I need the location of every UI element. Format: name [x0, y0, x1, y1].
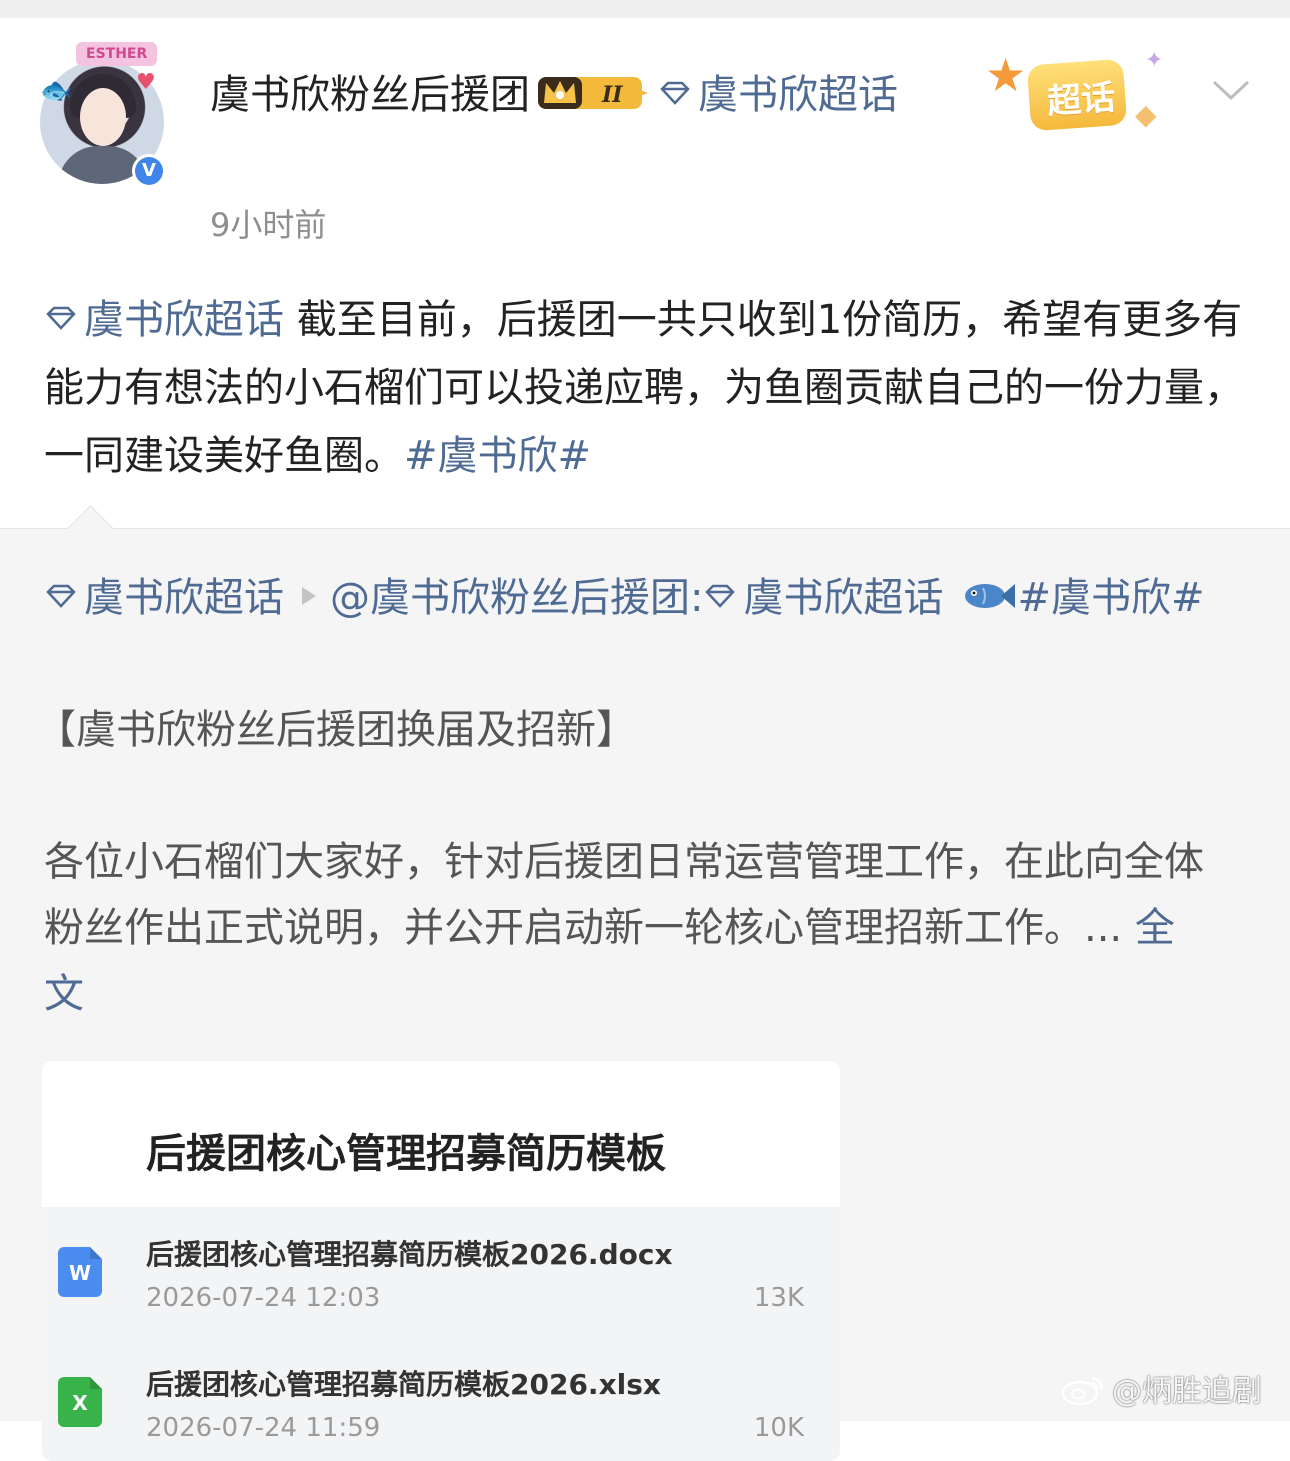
- play-triangle-icon: [302, 587, 316, 605]
- heart-icon: ♥: [136, 70, 156, 95]
- diamond-icon: [46, 584, 76, 608]
- avatar-frame-tag: ESTHER: [76, 42, 158, 66]
- author-name[interactable]: 虞书欣粉丝后援团: [210, 72, 530, 118]
- reposted-content[interactable]: 虞书欣超话 @虞书欣粉丝后援团: 虞书欣超话 #虞书欣# 【虞书欣粉丝后援团换届及…: [0, 505, 1290, 1461]
- post-hashtag[interactable]: #虞书欣#: [404, 433, 591, 479]
- file-item-xlsx[interactable]: X 后援团核心管理招募简历模板2026.xlsx 2026-07-24 11:5…: [42, 1337, 840, 1457]
- star-icon: ★: [985, 48, 1027, 102]
- diamond-icon: [46, 306, 76, 330]
- post-time: 9小时前: [210, 206, 327, 244]
- attachment-card-title: 后援团核心管理招募简历模板: [146, 1131, 666, 1177]
- file-size: 13K: [753, 1283, 804, 1313]
- post-content: 虞书欣超话 截至目前，后援团一共只收到1份简历，希望有更多有能力有想法的小石榴们…: [44, 286, 1250, 490]
- repost-mention[interactable]: @虞书欣粉丝后援团:: [330, 575, 703, 621]
- file-name: 后援团核心管理招募简历模板2026.xlsx: [146, 1368, 661, 1401]
- attachment-card[interactable]: 后援团核心管理招募简历模板 W 后援团核心管理招募简历模板2026.docx 2…: [42, 1061, 840, 1461]
- crown-level-badge-icon: II: [538, 77, 648, 109]
- file-size: 10K: [753, 1413, 804, 1443]
- supertopic-link[interactable]: 虞书欣超话: [698, 72, 898, 118]
- repost-pointer: [67, 505, 114, 552]
- repost-inner-topic[interactable]: 虞书欣超话: [743, 575, 943, 621]
- post-header: 虞书欣粉丝后援团 II 虞书欣超话: [210, 62, 910, 128]
- weibo-logo-icon: [1061, 1376, 1104, 1405]
- chevron-down-icon[interactable]: [1210, 76, 1252, 104]
- top-status-strip: [0, 0, 1290, 18]
- repost-title: 【虞书欣粉丝后援团换届及招新】: [36, 707, 636, 753]
- fish-emoji-icon: [965, 584, 1016, 608]
- watermark: @炳胜追剧: [1060, 1366, 1262, 1410]
- repost-hashtag[interactable]: #虞书欣#: [1017, 575, 1204, 621]
- supertopic-badge[interactable]: ★ 超话 ✦ ◆: [985, 48, 1185, 148]
- fish-icon: 🐟: [40, 76, 73, 106]
- word-doc-icon: W: [58, 1247, 102, 1297]
- attachment-file-list: W 后援团核心管理招募简历模板2026.docx 2026-07-24 12:0…: [42, 1207, 840, 1461]
- sparkle-icon: ✦: [1145, 48, 1164, 73]
- repost-header: 虞书欣超话 @虞书欣粉丝后援团: 虞书欣超话 #虞书欣#: [44, 565, 1254, 631]
- repost-topic-link[interactable]: 虞书欣超话: [84, 575, 284, 621]
- verified-badge-icon: V: [132, 154, 166, 188]
- watermark-text: @炳胜追剧: [1112, 1374, 1262, 1409]
- diamond-icon: [705, 584, 736, 608]
- repost-body-text: 各位小石榴们大家好，针对后援团日常运营管理工作，在此向全体粉丝作出正式说明，并公…: [44, 839, 1204, 951]
- repost-body: 各位小石榴们大家好，针对后援团日常运营管理工作，在此向全体粉丝作出正式说明，并公…: [44, 829, 1214, 1027]
- file-date: 2026-07-24 12:03: [146, 1283, 381, 1313]
- author-avatar[interactable]: ESTHER 🐟 ♥ V: [40, 42, 170, 192]
- file-date: 2026-07-24 11:59: [146, 1413, 381, 1443]
- post-topic-link[interactable]: 虞书欣超话: [84, 297, 284, 343]
- file-item-docx[interactable]: W 后援团核心管理招募简历模板2026.docx 2026-07-24 12:0…: [42, 1207, 840, 1327]
- level-number: II: [601, 82, 623, 108]
- supertopic-badge-label: 超话: [1045, 77, 1117, 123]
- decor-drop-icon: ◆: [1135, 98, 1157, 131]
- diamond-icon: [660, 81, 690, 105]
- file-name: 后援团核心管理招募简历模板2026.docx: [146, 1238, 673, 1271]
